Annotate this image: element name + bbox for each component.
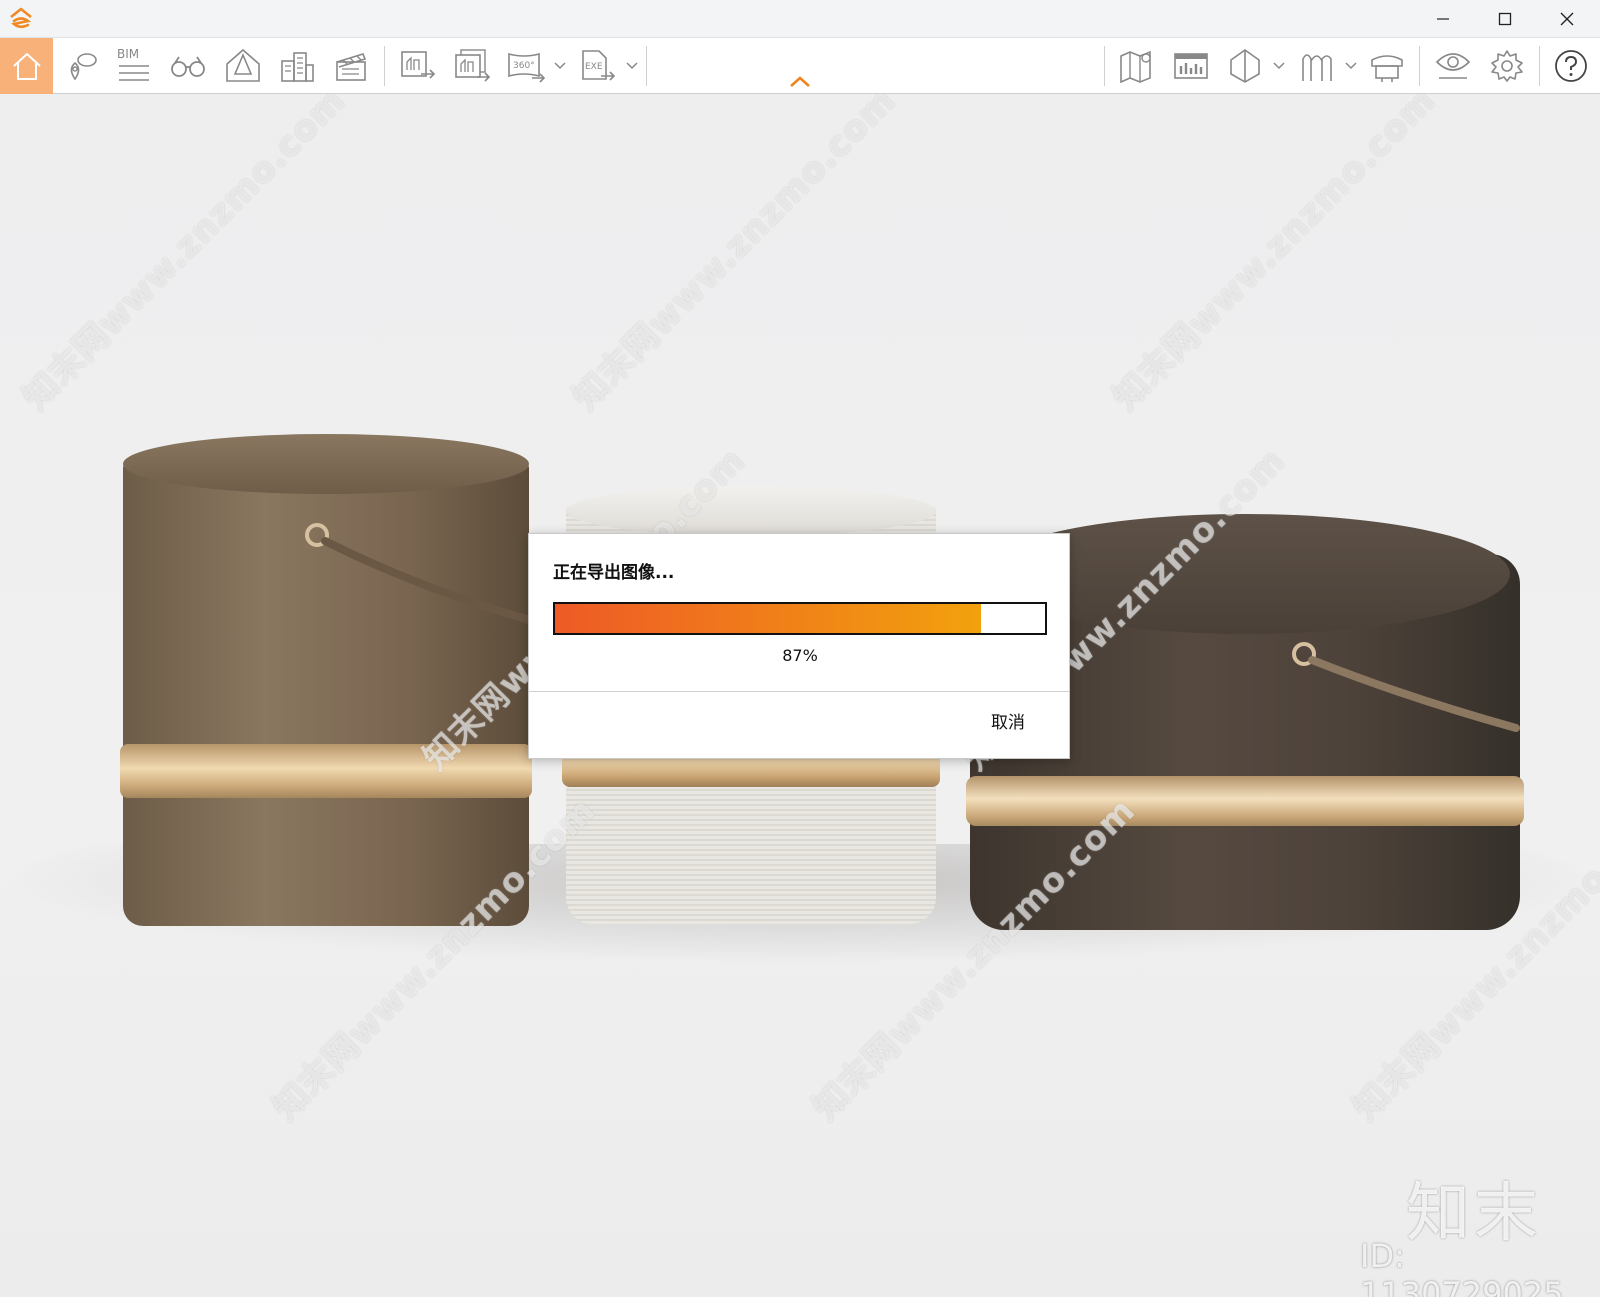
toolbar-separator xyxy=(1539,46,1540,86)
exe-export-icon: EXE xyxy=(582,50,616,81)
toolbar-separator xyxy=(1104,46,1105,86)
panorama-dropdown[interactable] xyxy=(553,38,567,94)
progress-percent: 87% xyxy=(782,646,818,665)
settings-button[interactable] xyxy=(1484,38,1530,94)
chevron-down-icon xyxy=(626,62,638,70)
asset-library-button[interactable] xyxy=(1364,38,1410,94)
cancel-button[interactable]: 取消 xyxy=(973,708,1043,738)
batch-export-button[interactable] xyxy=(449,38,495,94)
map-icon xyxy=(1120,50,1151,84)
panorama-icon: 360° xyxy=(508,52,546,83)
enscape-logo-icon xyxy=(8,6,34,32)
watermark: 知末网www.znzmo.com xyxy=(1105,94,1444,418)
binoculars-icon xyxy=(171,56,205,77)
watermark: 知末网www.znzmo.com xyxy=(565,94,904,418)
maximize-icon xyxy=(1498,12,1512,26)
help-icon xyxy=(1555,50,1587,82)
views-button[interactable] xyxy=(1222,38,1268,94)
dialog-divider xyxy=(529,691,1069,692)
toolbar-separator xyxy=(646,46,647,86)
svg-text:EXE: EXE xyxy=(585,62,603,72)
export-image-button[interactable] xyxy=(395,38,441,94)
sites-button[interactable] xyxy=(1168,38,1214,94)
close-button[interactable] xyxy=(1536,0,1598,38)
location-button[interactable] xyxy=(60,38,104,94)
bim-icon: BIM xyxy=(117,47,149,81)
vr-headset-icon xyxy=(226,48,260,82)
map-button[interactable] xyxy=(1114,38,1160,94)
buildings-icon xyxy=(281,52,314,82)
toolbar: BIM 360° EXE xyxy=(0,38,1600,94)
people-icon xyxy=(1302,54,1332,81)
watermark: 知末网www.znzmo.com xyxy=(15,94,354,418)
close-icon xyxy=(1560,12,1574,26)
minimize-button[interactable] xyxy=(1412,0,1474,38)
minimize-icon xyxy=(1437,18,1449,20)
help-button[interactable] xyxy=(1548,38,1594,94)
visual-settings-icon xyxy=(1435,53,1471,79)
location-pin-icon xyxy=(70,53,97,81)
chevron-down-icon xyxy=(1273,62,1285,70)
toolbar-separator xyxy=(384,46,385,86)
collapse-toolbar-button[interactable] xyxy=(788,72,812,90)
people-button[interactable] xyxy=(1294,38,1340,94)
visual-settings-button[interactable] xyxy=(1430,38,1476,94)
home-icon xyxy=(12,53,41,80)
stool-handle xyxy=(305,523,537,625)
video-button[interactable] xyxy=(328,38,374,94)
asset-library-icon xyxy=(1371,55,1403,82)
dialog-title: 正在导出图像... xyxy=(553,563,675,583)
buildings-button[interactable] xyxy=(274,38,320,94)
views-dropdown[interactable] xyxy=(1272,38,1286,94)
progress-fill xyxy=(555,604,982,633)
svg-text:BIM: BIM xyxy=(117,47,139,61)
chevron-up-icon xyxy=(790,76,810,87)
svg-text:360°: 360° xyxy=(513,61,535,71)
stool-handle xyxy=(1292,642,1520,732)
title-bar xyxy=(0,0,1600,38)
bim-button[interactable]: BIM xyxy=(112,38,156,94)
batch-export-icon xyxy=(455,49,491,82)
toolbar-separator xyxy=(1419,46,1420,86)
id-watermark: ID: 1130729025 xyxy=(1360,1237,1564,1297)
cube-icon xyxy=(1230,49,1260,83)
export-progress-bar xyxy=(553,602,1047,635)
chevron-down-icon xyxy=(554,62,566,70)
home-button[interactable] xyxy=(0,38,53,94)
people-dropdown[interactable] xyxy=(1344,38,1358,94)
sites-icon xyxy=(1174,53,1208,79)
exe-export-button[interactable]: EXE xyxy=(575,38,621,94)
panorama-button[interactable]: 360° xyxy=(503,38,549,94)
chevron-down-icon xyxy=(1345,62,1357,70)
binoculars-button[interactable] xyxy=(166,38,210,94)
export-image-icon xyxy=(401,51,436,79)
export-progress-dialog: 正在导出图像... 87% 取消 xyxy=(528,533,1070,759)
clapperboard-icon xyxy=(336,53,367,81)
maximize-button[interactable] xyxy=(1474,0,1536,38)
vr-button[interactable] xyxy=(220,38,266,94)
exe-dropdown[interactable] xyxy=(625,38,639,94)
settings-icon xyxy=(1491,50,1523,82)
